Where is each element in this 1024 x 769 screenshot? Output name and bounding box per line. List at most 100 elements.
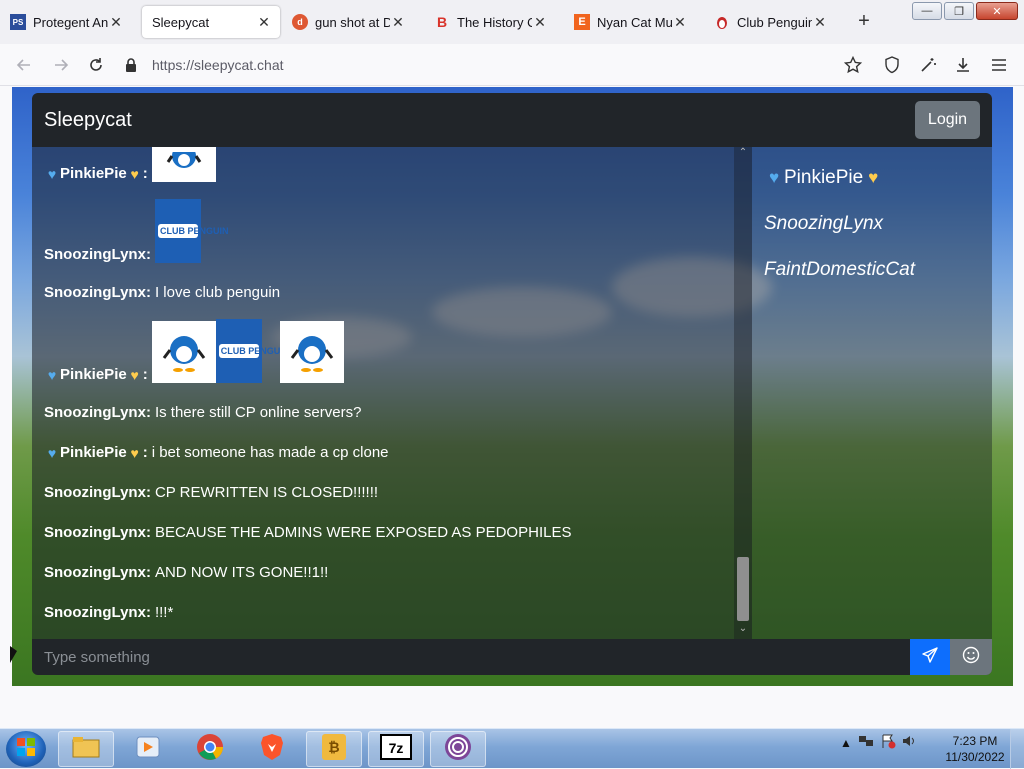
etsy-icon: E (574, 14, 590, 30)
message-username: SnoozingLynx (44, 484, 146, 501)
send-button[interactable] (910, 639, 950, 675)
close-tab-icon[interactable]: ✕ (256, 14, 272, 31)
page-bottom-area (0, 686, 1024, 728)
chat-message: SnoozingLynx : CP REWRITTEN IS CLOSED!!!… (44, 484, 378, 501)
message-separator: : (145, 564, 151, 581)
login-button[interactable]: Login (915, 101, 980, 139)
chat-message: SnoozingLynx : AND NOW ITS GONE!!1!! (44, 564, 328, 581)
brave-icon (259, 732, 285, 767)
tab-strip: PS Protegent Antiv ✕ Sleepycat ✕ d gun s… (0, 0, 1024, 44)
yellow-heart-icon: ♥ (130, 166, 139, 182)
message-username: PinkiePie (60, 366, 127, 383)
close-tab-icon[interactable]: ✕ (812, 14, 828, 31)
7zip-icon: 7z (380, 733, 412, 765)
penguin-image[interactable] (151, 147, 216, 182)
yellow-heart-icon: ♥ (868, 168, 879, 187)
scroll-down-arrow-icon[interactable]: ⌄ (734, 623, 752, 637)
bookmark-star-icon[interactable] (842, 54, 864, 76)
network-icon[interactable] (858, 734, 874, 751)
message-username: PinkiePie (60, 444, 127, 461)
club-penguin-logo-image[interactable]: CLUB PENGUIN (154, 199, 229, 263)
tab-duckduckgo[interactable]: d gun shot at Duc ✕ (284, 6, 414, 38)
message-username: SnoozingLynx (44, 524, 146, 541)
message-compose-bar (32, 639, 992, 675)
shield-icon[interactable] (881, 54, 903, 76)
tab-history[interactable]: B The History Of ✕ (426, 6, 556, 38)
message-username: SnoozingLynx (44, 564, 146, 581)
close-tab-icon[interactable]: ✕ (390, 14, 406, 31)
tab-nyan-cat-mug[interactable]: E Nyan Cat Mug ✕ (566, 6, 696, 38)
tab-title: Sleepycat (152, 14, 210, 30)
scroll-up-arrow-icon[interactable]: ⌃ (734, 147, 752, 161)
show-desktop-button[interactable] (1010, 729, 1024, 769)
bitwarden-icon: ₿ (321, 733, 347, 766)
download-icon[interactable] (952, 54, 974, 76)
close-tab-icon[interactable]: ✕ (108, 14, 124, 31)
yellow-heart-icon: ♥ (130, 367, 139, 383)
chat-message: SnoozingLynx : CLUB PENGUIN (44, 199, 229, 263)
tab-club-penguin[interactable]: Club Penguin W ✕ (706, 6, 836, 38)
tab-sleepycat[interactable]: Sleepycat ✕ (142, 6, 280, 38)
message-input[interactable] (44, 647, 904, 667)
online-users-panel: ♥ PinkiePie ♥ SnoozingLynx FaintDomesticCa… (752, 147, 992, 639)
message-separator: : (142, 444, 148, 461)
svg-text:₿: ₿ (328, 739, 339, 755)
blue-heart-icon: ♥ (47, 445, 57, 461)
penguin-image[interactable] (279, 321, 344, 383)
chat-messages-panel[interactable]: ♥ PinkiePie ♥ : SnoozingLynx : CLUB PENG… (32, 147, 752, 639)
message-separator: : (145, 246, 151, 263)
reload-icon[interactable] (85, 54, 107, 76)
minimize-button[interactable]: — (912, 2, 942, 20)
window-controls: — ❐ ✕ (912, 2, 1018, 20)
start-button[interactable] (6, 731, 46, 767)
chat-scrollbar[interactable]: ⌃ ⌄ (734, 147, 752, 639)
close-tab-icon[interactable]: ✕ (532, 14, 548, 31)
taskbar-app-chrome[interactable] (182, 731, 238, 767)
taskbar-clock[interactable]: 7:23 PM 11/30/2022 (945, 733, 1005, 765)
action-center-flag-icon[interactable] (880, 733, 896, 752)
back-arrow-icon[interactable] (13, 54, 35, 76)
clock-date: 11/30/2022 (945, 750, 1005, 764)
tab-title: Nyan Cat Mug (597, 14, 672, 30)
protegent-icon: PS (10, 14, 26, 30)
tab-title: The History Of (457, 14, 532, 30)
message-text: i bet someone has made a cp clone (151, 444, 389, 461)
online-user[interactable]: SnoozingLynx (764, 213, 883, 235)
brand-title[interactable]: Sleepycat (44, 109, 132, 132)
address-bar[interactable]: https://sleepycat.chat (120, 50, 840, 80)
lock-icon[interactable] (120, 57, 142, 73)
taskbar-app-tor[interactable] (430, 731, 486, 767)
message-separator: : (142, 366, 148, 383)
chat-message: SnoozingLynx : BECAUSE THE ADMINS WERE E… (44, 524, 571, 541)
taskbar-app-file-explorer[interactable] (58, 731, 114, 767)
tab-protegent[interactable]: PS Protegent Antiv ✕ (2, 6, 132, 38)
penguin-image[interactable] (151, 321, 216, 383)
forward-arrow-icon[interactable] (50, 54, 72, 76)
emoji-button[interactable] (950, 639, 992, 675)
maximize-button[interactable]: ❐ (944, 2, 974, 20)
close-window-button[interactable]: ✕ (976, 2, 1018, 20)
b-icon: B (436, 14, 448, 30)
club-penguin-logo-image[interactable]: CLUB PENGUIN (215, 319, 289, 383)
taskbar-app-brave[interactable] (244, 731, 300, 767)
volume-icon[interactable] (902, 734, 918, 751)
taskbar-app-media-player[interactable] (120, 731, 176, 767)
taskbar-app-bitwarden[interactable]: ₿ (306, 731, 362, 767)
scrollbar-thumb[interactable] (737, 557, 749, 621)
show-hidden-icons-arrow-icon[interactable]: ▲ (840, 736, 852, 750)
message-separator: : (142, 165, 148, 182)
hamburger-menu-icon[interactable] (988, 54, 1010, 76)
media-player-icon (135, 735, 161, 764)
chat-app: Sleepycat Login ♥ PinkiePie ♥ : Snoozing… (32, 93, 992, 675)
duckduckgo-icon: d (292, 14, 308, 30)
message-username: PinkiePie (60, 165, 127, 182)
close-tab-icon[interactable]: ✕ (672, 14, 688, 31)
cp-logo-text: CLUB PENGUIN (157, 224, 229, 238)
send-paper-plane-icon (921, 646, 939, 669)
online-user[interactable]: FaintDomesticCat (764, 259, 915, 281)
magic-wand-icon[interactable] (917, 54, 939, 76)
windows-logo-icon (16, 737, 36, 762)
taskbar-app-7zip[interactable]: 7z (368, 731, 424, 767)
new-tab-button[interactable]: + (852, 10, 876, 33)
online-user[interactable]: ♥ PinkiePie ♥ (764, 167, 883, 189)
